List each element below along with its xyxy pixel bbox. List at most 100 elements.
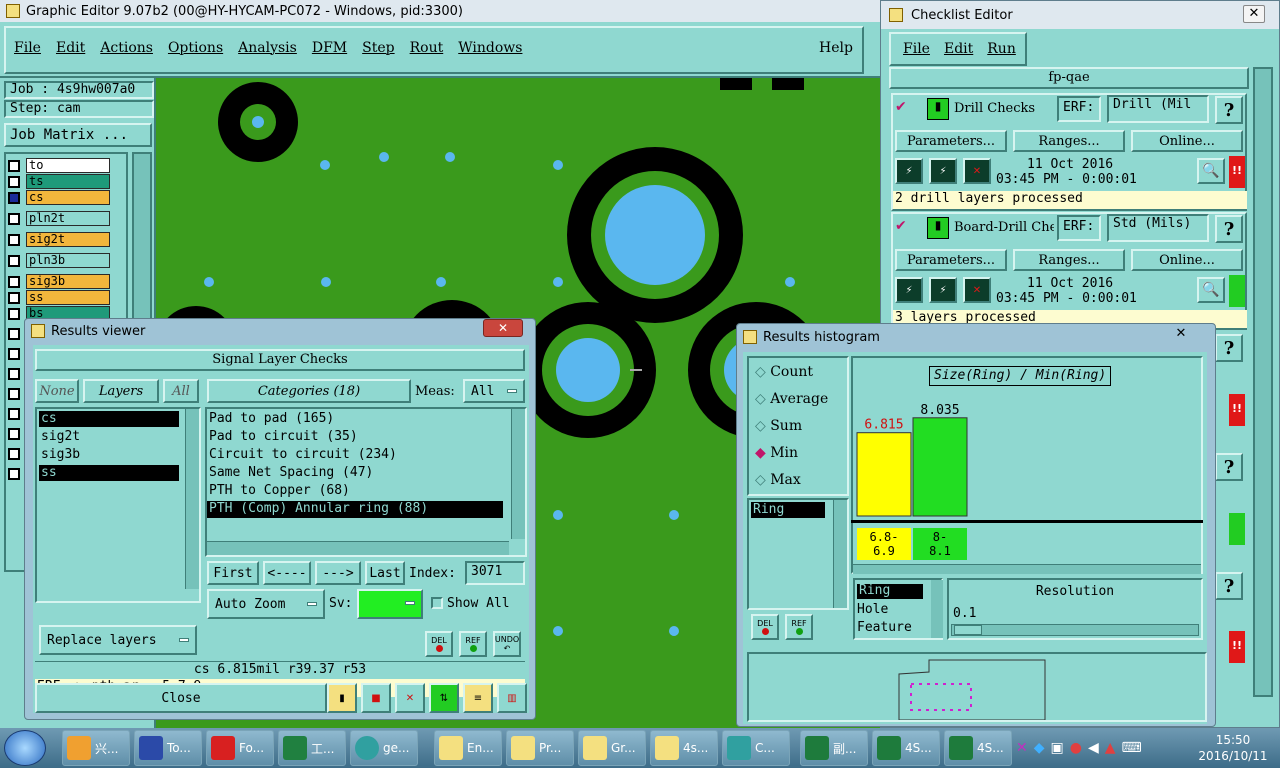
menu-file[interactable]: File <box>14 40 41 56</box>
category-item[interactable]: Pad to circuit (35) <box>209 429 358 444</box>
layer-checkbox[interactable] <box>8 175 20 188</box>
tab-categories[interactable]: Categories (18) <box>207 379 411 403</box>
undo-button[interactable]: UNDO ↶ <box>493 631 521 657</box>
menu-dfm[interactable]: DFM <box>312 40 347 56</box>
check-help-button[interactable]: ? <box>1215 96 1243 124</box>
category-item[interactable]: Pad to pad (165) <box>209 411 334 426</box>
menu-edit[interactable]: Edit <box>56 40 85 56</box>
taskbar-item[interactable]: Pr... <box>506 730 574 766</box>
histogram-hscrollbar[interactable] <box>853 564 1201 574</box>
layer-checkbox[interactable] <box>8 291 20 304</box>
ranges-button[interactable]: Ranges... <box>1013 130 1125 152</box>
attribute-item-selected[interactable]: Ring <box>857 584 923 599</box>
ranges-button[interactable]: Ranges... <box>1013 249 1125 271</box>
attribute-scrollbar[interactable] <box>931 580 943 638</box>
taskbar-item[interactable]: 4s... <box>650 730 718 766</box>
clock[interactable]: 15:50 2016/10/11 <box>1190 732 1276 766</box>
results-tool-icon-2[interactable]: ■ <box>361 683 391 713</box>
tab-layers[interactable]: Layers <box>83 379 159 403</box>
layer-row-cs[interactable]: cs <box>8 190 110 205</box>
results-tool-icon-4[interactable]: ⇅ <box>429 683 459 713</box>
stop-icon[interactable]: ✕ <box>963 158 991 184</box>
histogram-bar[interactable] <box>856 432 912 517</box>
menu-analysis[interactable]: Analysis <box>238 40 297 56</box>
taskbar-item[interactable]: Gr... <box>578 730 646 766</box>
auto-zoom-select[interactable]: Auto Zoom <box>207 589 325 619</box>
category-hscrollbar[interactable] <box>207 541 509 555</box>
menu-options[interactable]: Options <box>168 40 223 56</box>
menu-step[interactable]: Step <box>362 40 394 56</box>
parameters-button[interactable]: Parameters... <box>895 249 1007 271</box>
taskbar-item[interactable]: 副... <box>800 730 868 766</box>
job-matrix-button[interactable]: Job Matrix ... <box>4 123 152 147</box>
show-all-checkbox[interactable] <box>431 597 443 609</box>
mode-option-min[interactable]: ◆ Min <box>755 445 798 461</box>
online-button[interactable]: Online... <box>1131 249 1243 271</box>
layer-row-pln3b[interactable]: pln3b <box>8 253 110 268</box>
layer-checkbox[interactable] <box>8 191 20 204</box>
zoom-icon[interactable]: 🔍 <box>1197 158 1225 184</box>
histogram-icon[interactable]: ▥ <box>497 683 527 713</box>
layer-list-scrollbar[interactable] <box>185 409 199 589</box>
taskbar-item[interactable]: ge... <box>350 730 418 766</box>
all-layers-button[interactable]: All <box>163 379 199 403</box>
layer-checkbox[interactable] <box>8 159 20 172</box>
menu-help[interactable]: Help <box>819 40 853 56</box>
results-tool-icon-5[interactable]: ≡ <box>463 683 493 713</box>
replace-layers-select[interactable]: Replace layers <box>39 625 197 655</box>
none-button[interactable]: None <box>35 379 79 403</box>
check-help-button[interactable]: ? <box>1215 215 1243 243</box>
taskbar-item[interactable]: En... <box>434 730 502 766</box>
taskbar-item[interactable]: Fo... <box>206 730 274 766</box>
category-list-scrollbar[interactable] <box>511 409 525 539</box>
first-button[interactable]: First <box>207 561 259 585</box>
attribute-item[interactable]: Hole <box>857 602 888 617</box>
layer-row-sig2t[interactable]: sig2t <box>8 232 110 247</box>
prev-button[interactable]: <---- <box>263 561 311 585</box>
erf-value[interactable]: Drill (Mil <box>1107 95 1209 123</box>
layer-row-sig3b[interactable]: sig3b <box>8 274 110 289</box>
index-input[interactable]: 3071 <box>465 561 525 585</box>
parameters-button[interactable]: Parameters... <box>895 130 1007 152</box>
stop-icon[interactable]: ✕ <box>963 277 991 303</box>
layer-checkbox[interactable] <box>8 212 20 225</box>
tray-icon[interactable]: ◆ <box>1034 740 1045 756</box>
histogram-close-button[interactable]: ✕ <box>1169 326 1193 344</box>
resolution-slider-thumb[interactable] <box>954 625 982 635</box>
results-tool-icon-1[interactable]: ▮ <box>327 683 357 713</box>
online-button[interactable]: Online... <box>1131 130 1243 152</box>
results-tool-icon-3[interactable]: ✕ <box>395 683 425 713</box>
layer-row-ss[interactable]: ss <box>8 290 110 305</box>
result-layer-item[interactable]: sig3b <box>39 447 179 463</box>
close-button[interactable]: Close <box>35 683 327 713</box>
ref-button[interactable]: REF <box>459 631 487 657</box>
erf-value[interactable]: Std (Mils) <box>1107 214 1209 242</box>
check-help-button[interactable]: ? <box>1215 572 1243 600</box>
layer-row-to[interactable]: to <box>8 158 110 173</box>
result-layer-item[interactable]: sig2t <box>39 429 179 445</box>
histogram-list-scrollbar[interactable] <box>833 500 847 608</box>
menu-windows[interactable]: Windows <box>458 40 522 56</box>
taskbar-item[interactable]: 工... <box>278 730 346 766</box>
volume-icon[interactable]: ◀ <box>1088 740 1099 756</box>
mode-option-count[interactable]: ◇ Count <box>755 364 813 380</box>
run-icon[interactable]: ⚡ <box>895 277 923 303</box>
menu-actions[interactable]: Actions <box>100 40 153 56</box>
checklist-close-button[interactable]: ✕ <box>1243 5 1265 23</box>
category-item[interactable]: Same Net Spacing (47) <box>209 465 373 480</box>
run-icon[interactable]: ⚡ <box>895 158 923 184</box>
result-layer-item[interactable]: cs <box>39 411 179 427</box>
checklist-menu-edit[interactable]: Edit <box>944 41 973 57</box>
meas-select[interactable]: All <box>463 379 525 403</box>
mode-option-average[interactable]: ◇ Average <box>755 391 828 407</box>
taskbar-item[interactable]: 4S... <box>944 730 1012 766</box>
tray-icon[interactable]: ⌨ <box>1122 740 1142 756</box>
layer-checkbox[interactable] <box>8 275 20 288</box>
del-button[interactable]: DEL <box>425 631 453 657</box>
layer-checkbox[interactable] <box>8 307 20 320</box>
category-item-selected[interactable]: PTH (Comp) Annular ring (88) <box>207 501 503 518</box>
start-button[interactable] <box>4 730 46 766</box>
check-help-button[interactable]: ? <box>1215 453 1243 481</box>
category-item[interactable]: Circuit to circuit (234) <box>209 447 397 462</box>
results-viewer-close-icon[interactable]: ✕ <box>483 319 523 337</box>
